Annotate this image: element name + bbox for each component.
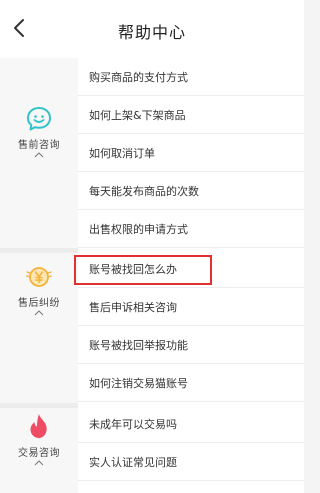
list-item[interactable]: 出售权限的申请方式 [78,210,304,248]
list-item[interactable]: 每天能发布商品的次数 [78,172,304,210]
item-label: 每天能发布商品的次数 [89,185,199,198]
item-label: 账号被找回怎么办 [89,263,177,276]
item-label: 售后申诉相关咨询 [89,301,177,314]
category-label: 售前咨询 [18,140,60,151]
chevron-up-icon [34,310,44,316]
chevron-up-icon [34,152,44,158]
list-item[interactable]: 账号被找回举报功能 [78,326,304,364]
item-label: 如何上架&下架商品 [89,109,186,122]
list-item[interactable]: 购买商品的支付方式 [78,58,304,96]
category-divider [0,248,78,253]
list-item[interactable]: 实人认证常见问题 [78,443,304,481]
list-item[interactable]: 售后申诉相关咨询 [78,288,304,326]
question-list: 购买商品的支付方式 如何上架&下架商品 如何取消订单 每天能发布商品的次数 出售… [78,58,304,493]
item-label: 账号被找回举报功能 [89,339,188,352]
list-item[interactable]: 如何取消订单 [78,134,304,172]
help-center-page: 帮助中心 售前咨询 售后纠纷 交易咨询 购买商品的支付方式 如何上架&下架商品 … [0,0,304,493]
category-label: 交易咨询 [18,448,60,459]
list-item[interactable]: 如何上架&下架商品 [78,96,304,134]
category-trading[interactable]: 交易咨询 [0,412,78,466]
item-label: 实人认证常见问题 [89,456,177,469]
item-label: 如何注销交易猫账号 [89,377,188,390]
chat-smile-icon [27,107,51,131]
item-label: 未成年可以交易吗 [89,418,177,431]
list-item[interactable]: 账号被找回怎么办 [78,250,304,288]
category-aftersale[interactable]: 售后纠纷 [0,264,78,316]
category-divider [0,403,78,408]
page-title: 帮助中心 [117,23,186,42]
category-sidebar: 售前咨询 售后纠纷 交易咨询 [0,58,78,493]
category-presale[interactable]: 售前咨询 [0,106,78,158]
item-label: 如何取消订单 [89,147,155,160]
item-label: 购买商品的支付方式 [89,71,188,84]
category-label: 售后纠纷 [18,298,60,309]
item-label: 出售权限的申请方式 [89,223,188,236]
flame-icon [30,414,47,438]
list-item[interactable]: 如何注销交易猫账号 [78,364,304,402]
list-item[interactable]: 未成年可以交易吗 [78,405,304,443]
yen-coin-icon [25,267,53,287]
chevron-up-icon [34,460,44,466]
header-bar: 帮助中心 [0,0,304,58]
